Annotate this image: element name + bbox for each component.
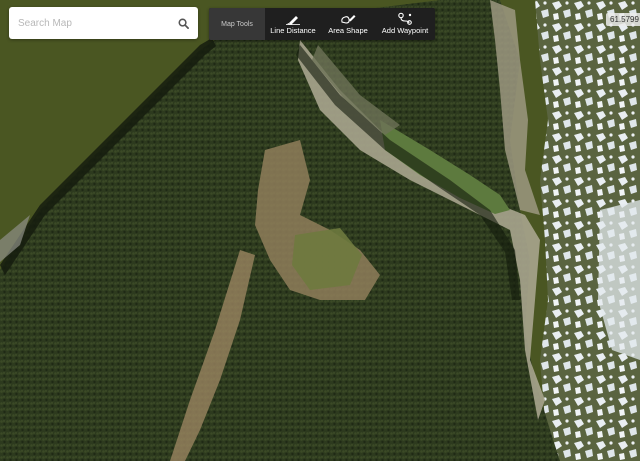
map-canvas[interactable]: [0, 0, 640, 461]
satellite-imagery: [0, 0, 640, 461]
map-tools-title: Map Tools: [209, 8, 265, 40]
map-tools-toolbar: Map Tools Line Distance Area Shape Add W…: [209, 8, 435, 40]
area-pencil-icon: [340, 12, 356, 25]
pencil-icon: [286, 12, 300, 25]
add-waypoint-label: Add Waypoint: [381, 26, 429, 35]
search-icon[interactable]: [176, 16, 190, 30]
area-shape-button[interactable]: Area Shape: [321, 8, 375, 40]
area-shape-label: Area Shape: [328, 26, 368, 35]
search-input[interactable]: [18, 17, 176, 29]
coordinate-readout: 61.5799: [606, 13, 640, 26]
search-box: [9, 7, 198, 39]
line-distance-button[interactable]: Line Distance: [265, 8, 321, 40]
waypoint-icon: [397, 12, 413, 25]
line-distance-label: Line Distance: [270, 26, 316, 35]
add-waypoint-button[interactable]: Add Waypoint: [375, 8, 435, 40]
